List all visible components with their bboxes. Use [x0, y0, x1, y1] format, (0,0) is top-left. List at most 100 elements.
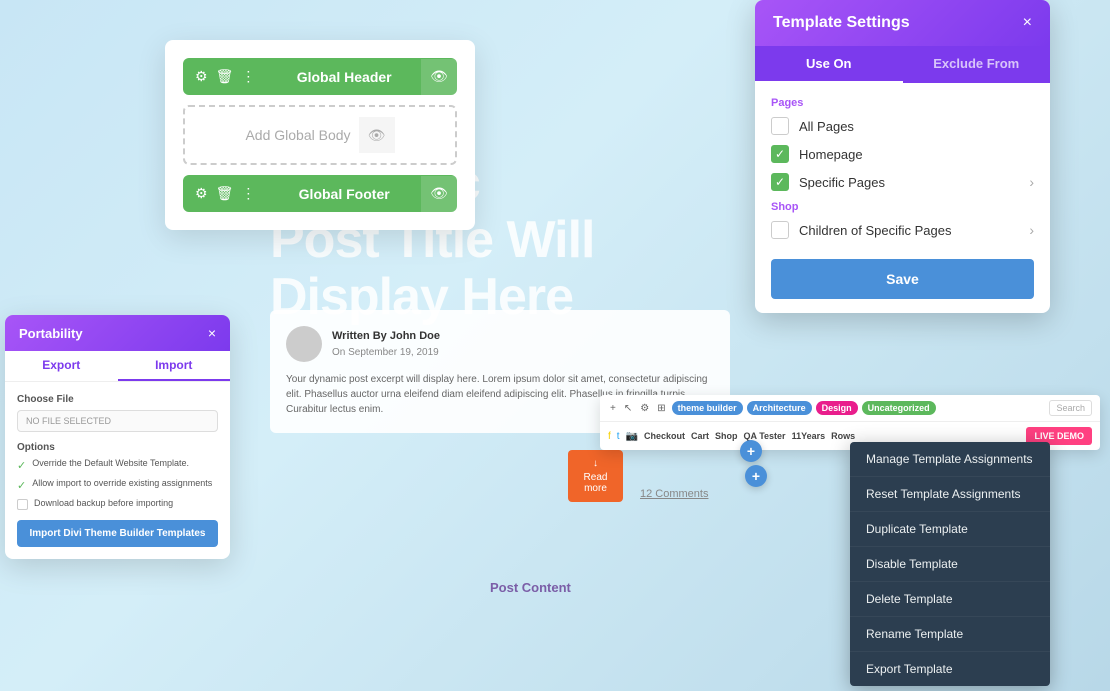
eye-icon: 👁	[368, 127, 386, 144]
tag-uncategorized[interactable]: Uncategorized	[862, 401, 936, 415]
option-text-3: Download backup before importing	[34, 498, 173, 510]
nav-rows[interactable]: Rows	[831, 431, 855, 441]
template-settings-body: Pages All Pages ✓ Homepage ✓ Specific Pa…	[755, 83, 1050, 313]
tag-design[interactable]: Design	[816, 401, 858, 415]
toolbar-plus-icon[interactable]: +	[608, 401, 618, 416]
checkbox-children-specific[interactable]	[771, 221, 789, 239]
chevron-right-icon: ›	[1029, 174, 1034, 190]
check-icon-2: ✓	[17, 479, 26, 492]
check-mark-specific-pages: ✓	[775, 175, 785, 189]
homepage-label: Homepage	[799, 147, 1034, 162]
options-section: Options ✓ Override the Default Website T…	[17, 442, 218, 510]
post-content-section-label: Post Content	[490, 580, 571, 595]
plus-circle-2[interactable]: +	[745, 465, 767, 487]
portability-panel: Portability × Export Import Choose File …	[5, 315, 230, 559]
global-header-eye-button[interactable]: 👁	[421, 59, 457, 95]
tab-use-on[interactable]: Use On	[755, 46, 903, 83]
global-footer-eye-button[interactable]: 👁	[421, 176, 457, 212]
option-row-2: ✓ Allow import to override existing assi…	[17, 478, 218, 492]
template-settings-tabs: Use On Exclude From	[755, 46, 1050, 83]
global-header-row: ⚙ 🗑 ⋮ Global Header 👁	[183, 58, 457, 95]
portability-close-button[interactable]: ×	[208, 325, 216, 341]
read-more-label: Read more	[572, 472, 619, 494]
portability-header: Portability ×	[5, 315, 230, 351]
all-pages-label: All Pages	[799, 119, 1034, 134]
checkbox-specific-pages[interactable]: ✓	[771, 173, 789, 191]
nav-checkout[interactable]: Checkout	[644, 431, 685, 441]
gear-icon[interactable]: ⚙	[195, 68, 208, 85]
option-text-2: Allow import to override existing assign…	[32, 478, 212, 490]
ts-item-children-specific: Children of Specific Pages ›	[771, 221, 1034, 239]
checkbox-empty-3[interactable]	[17, 499, 28, 510]
checkbox-all-pages[interactable]	[771, 117, 789, 135]
template-settings-close-button[interactable]: ×	[1023, 14, 1032, 32]
save-button[interactable]: Save	[771, 259, 1034, 299]
nav-shop[interactable]: Shop	[715, 431, 738, 441]
check-mark-homepage: ✓	[775, 147, 785, 161]
context-export-template[interactable]: Export Template	[850, 652, 1050, 686]
context-duplicate-template[interactable]: Duplicate Template	[850, 512, 1050, 547]
plus-circle-1[interactable]: +	[740, 440, 762, 462]
footer-row-icons: ⚙ 🗑 ⋮	[183, 175, 267, 212]
checkbox-homepage[interactable]: ✓	[771, 145, 789, 163]
toolbar-cursor-icon[interactable]: ↖	[622, 401, 634, 416]
ts-item-specific-pages: ✓ Specific Pages ›	[771, 173, 1034, 191]
social-twitter-icon[interactable]: t	[617, 431, 620, 442]
author-date: On September 19, 2019	[332, 345, 440, 360]
author-info: Written By John Doe On September 19, 201…	[332, 328, 440, 360]
post-author: Written By John Doe On September 19, 201…	[286, 326, 714, 362]
children-specific-label: Children of Specific Pages	[799, 223, 1019, 238]
file-placeholder: NO FILE SELECTED	[26, 416, 111, 426]
social-instagram-icon[interactable]: 📷	[626, 431, 638, 442]
toolbar-tags: theme builder Architecture Design Uncate…	[672, 401, 936, 415]
trash-icon[interactable]: 🗑	[216, 185, 234, 202]
portability-body: Choose File NO FILE SELECTED Options ✓ O…	[5, 382, 230, 559]
ts-item-homepage: ✓ Homepage	[771, 145, 1034, 163]
dots-icon[interactable]: ⋮	[241, 68, 255, 85]
search-bar[interactable]: Search	[1049, 400, 1092, 416]
nav-11years[interactable]: 11Years	[792, 431, 826, 441]
tag-architecture[interactable]: Architecture	[747, 401, 812, 415]
specific-pages-label: Specific Pages	[799, 175, 1019, 190]
comments-label[interactable]: 12 Comments	[640, 488, 708, 500]
arrow-down-icon: ↓	[593, 458, 598, 469]
option-text-1: Override the Default Website Template.	[32, 458, 189, 470]
chevron-right-icon-2: ›	[1029, 222, 1034, 238]
dots-icon[interactable]: ⋮	[241, 185, 255, 202]
nav-cart[interactable]: Cart	[691, 431, 709, 441]
context-menu: Manage Template Assignments Reset Templa…	[850, 442, 1050, 686]
portability-title: Portability	[19, 326, 83, 341]
read-more-button[interactable]: ↓ Read more	[568, 450, 623, 502]
portability-tab-export[interactable]: Export	[5, 351, 118, 381]
option-row-3: Download backup before importing	[17, 498, 218, 510]
tag-theme-builder[interactable]: theme builder	[672, 401, 743, 415]
toolbar-settings-icon[interactable]: ⚙	[638, 401, 651, 416]
portability-tab-import[interactable]: Import	[118, 351, 231, 381]
context-delete-template[interactable]: Delete Template	[850, 582, 1050, 617]
import-button[interactable]: Import Divi Theme Builder Templates	[17, 520, 218, 547]
context-reset-assignments[interactable]: Reset Template Assignments	[850, 477, 1050, 512]
avatar	[286, 326, 322, 362]
social-fb-icon[interactable]: f	[608, 431, 611, 442]
pages-section-label: Pages	[771, 97, 1034, 109]
add-global-body-eye-button[interactable]: 👁	[359, 117, 395, 153]
portability-tabs: Export Import	[5, 351, 230, 382]
trash-icon[interactable]: 🗑	[216, 68, 234, 85]
context-manage-assignments[interactable]: Manage Template Assignments	[850, 442, 1050, 477]
context-disable-template[interactable]: Disable Template	[850, 547, 1050, 582]
tab-exclude-from[interactable]: Exclude From	[903, 46, 1051, 83]
author-name: Written By John Doe	[332, 328, 440, 345]
shop-section-label: Shop	[771, 201, 1034, 213]
global-footer-row: ⚙ 🗑 ⋮ Global Footer 👁	[183, 175, 457, 212]
gear-icon[interactable]: ⚙	[195, 185, 208, 202]
template-settings-header: Template Settings ×	[755, 0, 1050, 46]
toolbar-grid-icon[interactable]: ⊞	[655, 401, 667, 416]
ts-item-all-pages: All Pages	[771, 117, 1034, 135]
file-input[interactable]: NO FILE SELECTED	[17, 410, 218, 432]
eye-icon: 👁	[430, 185, 448, 202]
add-global-body-row[interactable]: Add Global Body 👁	[183, 105, 457, 165]
check-icon-1: ✓	[17, 459, 26, 472]
global-header-label: Global Header	[267, 69, 421, 85]
context-rename-template[interactable]: Rename Template	[850, 617, 1050, 652]
add-global-body-label: Add Global Body	[245, 127, 350, 143]
